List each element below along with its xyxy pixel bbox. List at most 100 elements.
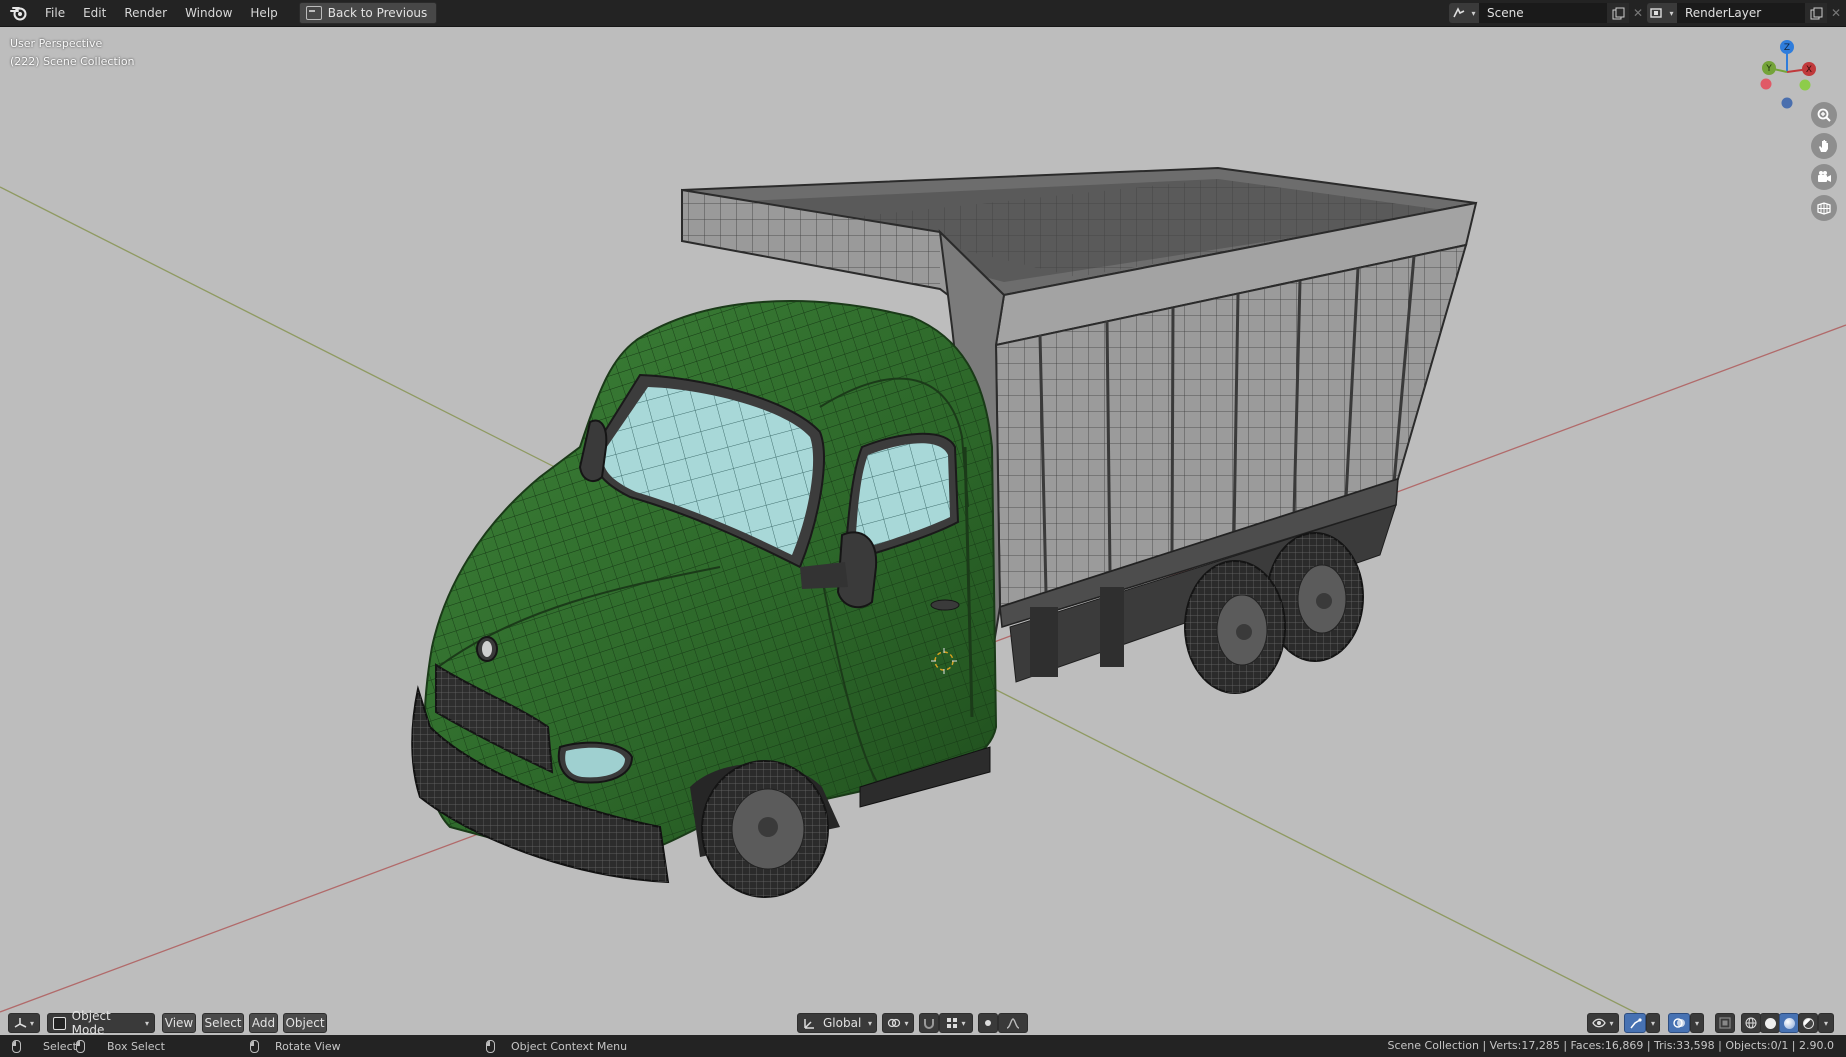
duplicate-icon — [1810, 7, 1822, 19]
door-handle — [930, 599, 960, 611]
camera-icon — [1818, 171, 1831, 182]
menu-render[interactable]: Render — [115, 0, 176, 26]
chevron-down-icon: ▾ — [904, 1018, 909, 1028]
material-sphere-icon — [1783, 1017, 1795, 1029]
chevron-down-icon: ▾ — [1669, 8, 1674, 18]
status-select-label: Select — [43, 1039, 77, 1053]
proportional-editing-toggle[interactable] — [978, 1013, 998, 1033]
collection-info: (222) Scene Collection — [10, 55, 135, 68]
chevron-down-icon: ▾ — [867, 1018, 872, 1028]
close-icon: ✕ — [1830, 6, 1842, 20]
overlays-toggle[interactable] — [1668, 1013, 1690, 1033]
falloff-selector[interactable] — [998, 1013, 1028, 1033]
new-scene-button[interactable] — [1607, 3, 1629, 23]
rendered-shading-button[interactable] — [1798, 1013, 1818, 1033]
pivot-icon — [888, 1018, 901, 1028]
mouse-drag-icon — [76, 1039, 85, 1053]
blender-logo-icon[interactable] — [8, 2, 30, 24]
transform-orientation-selector[interactable]: Global ▾ — [797, 1013, 877, 1033]
viewport-header: ▾ Object Mode ▾ View Select Add Object G… — [0, 1009, 1846, 1035]
chevron-down-icon: ▾ — [1650, 1018, 1655, 1028]
3d-view-icon — [14, 1018, 27, 1028]
chevron-down-icon: ▾ — [1823, 1018, 1828, 1028]
xray-toggle[interactable] — [1715, 1013, 1735, 1033]
object-mode-icon — [53, 1016, 66, 1030]
ortho-toggle-button[interactable] — [1811, 195, 1837, 221]
overlays-icon — [1672, 1018, 1685, 1028]
mouse-left-icon — [12, 1039, 21, 1053]
shading-options[interactable]: ▾ — [1818, 1013, 1834, 1033]
back-to-previous-label: Back to Previous — [327, 6, 428, 20]
zoom-view-button[interactable] — [1811, 102, 1837, 128]
pan-view-button[interactable] — [1811, 133, 1837, 159]
status-context-menu-hint: Object Context Menu — [486, 1039, 628, 1053]
scene-browse-button[interactable]: ▾ — [1449, 3, 1479, 23]
navigation-gizmo[interactable]: Z X Y — [1752, 39, 1822, 109]
fullscreen-back-icon — [305, 6, 322, 20]
zoom-icon — [1817, 108, 1831, 122]
delete-view-layer-button[interactable]: ✕ — [1827, 3, 1845, 23]
snap-target-selector[interactable]: ▾ — [939, 1013, 973, 1033]
viewport-info: User Perspective (222) Scene Collection — [10, 35, 135, 71]
scene-name-field[interactable]: Scene — [1479, 3, 1607, 23]
menu-help[interactable]: Help — [241, 0, 286, 26]
solid-shading-button[interactable] — [1760, 1013, 1780, 1033]
scene-statistics: Scene Collection | Verts:17,285 | Faces:… — [1387, 1039, 1835, 1052]
menu-edit[interactable]: Edit — [74, 0, 115, 26]
chevron-down-icon: ▾ — [144, 1018, 149, 1028]
view-name: User Perspective — [10, 37, 103, 50]
proportional-editing-icon — [985, 1020, 991, 1026]
status-context-menu-label: Object Context Menu — [511, 1039, 628, 1053]
object-menu[interactable]: Object — [283, 1013, 327, 1033]
menu-window[interactable]: Window — [176, 0, 241, 26]
close-icon: ✕ — [1632, 6, 1644, 20]
status-bar: Select Box Select Rotate View Object Con… — [0, 1035, 1846, 1057]
status-rotate-label: Rotate View — [275, 1039, 341, 1053]
visibility-selector[interactable]: ▾ — [1587, 1013, 1619, 1033]
orientation-icon — [804, 1019, 814, 1029]
view-layer-browse-button[interactable]: ▾ — [1647, 3, 1677, 23]
viewport-scene[interactable] — [0, 27, 1846, 1035]
falloff-curve-icon — [1006, 1018, 1020, 1029]
magnet-icon — [924, 1019, 934, 1029]
solid-sphere-icon — [1764, 1017, 1776, 1029]
chevron-down-icon: ▾ — [1471, 8, 1476, 18]
front-emblem-inner — [482, 641, 492, 657]
gizmo-x-label: X — [1806, 65, 1812, 75]
mouse-right-icon — [486, 1039, 495, 1053]
add-menu[interactable]: Add — [249, 1013, 278, 1033]
mode-selector-label: Object Mode — [71, 1009, 111, 1035]
delete-scene-button[interactable]: ✕ — [1629, 3, 1647, 23]
mode-selector[interactable]: Object Mode ▾ — [47, 1009, 155, 1035]
new-view-layer-button[interactable] — [1805, 3, 1827, 23]
status-select-hint: Select — [12, 1039, 77, 1053]
camera-view-button[interactable] — [1811, 164, 1837, 190]
gizmo-y-label: Y — [1765, 64, 1772, 74]
menu-file[interactable]: File — [36, 0, 74, 26]
material-preview-button[interactable] — [1779, 1013, 1799, 1033]
pivot-point-selector[interactable]: ▾ — [882, 1013, 914, 1033]
wireframe-shading-button[interactable] — [1741, 1013, 1761, 1033]
render-layer-icon — [1650, 8, 1663, 18]
transform-orientation-label: Global — [823, 1016, 862, 1030]
editor-type-button[interactable]: ▾ — [8, 1013, 40, 1033]
chevron-down-icon: ▾ — [961, 1018, 966, 1028]
chevron-down-icon: ▾ — [1609, 1018, 1614, 1028]
view-menu[interactable]: View — [162, 1013, 196, 1033]
xray-icon — [1719, 1017, 1731, 1029]
eye-icon — [1592, 1018, 1607, 1028]
snap-increment-icon — [947, 1018, 958, 1028]
view-layer-name-field[interactable]: RenderLayer — [1677, 3, 1805, 23]
3d-viewport[interactable]: User Perspective (222) Scene Collection … — [0, 27, 1846, 1035]
snap-toggle[interactable] — [919, 1013, 939, 1033]
scene-icon — [1453, 7, 1465, 18]
status-rotate-hint: Rotate View — [250, 1039, 341, 1053]
gizmo-toggle[interactable] — [1624, 1013, 1646, 1033]
back-to-previous-button[interactable]: Back to Previous — [298, 2, 438, 24]
status-box-select-label: Box Select — [107, 1039, 165, 1053]
overlays-options[interactable]: ▾ — [1690, 1013, 1704, 1033]
select-menu[interactable]: Select — [202, 1013, 244, 1033]
gizmo-options[interactable]: ▾ — [1646, 1013, 1660, 1033]
chevron-down-icon: ▾ — [29, 1018, 34, 1028]
gizmo-icon — [1629, 1018, 1642, 1029]
